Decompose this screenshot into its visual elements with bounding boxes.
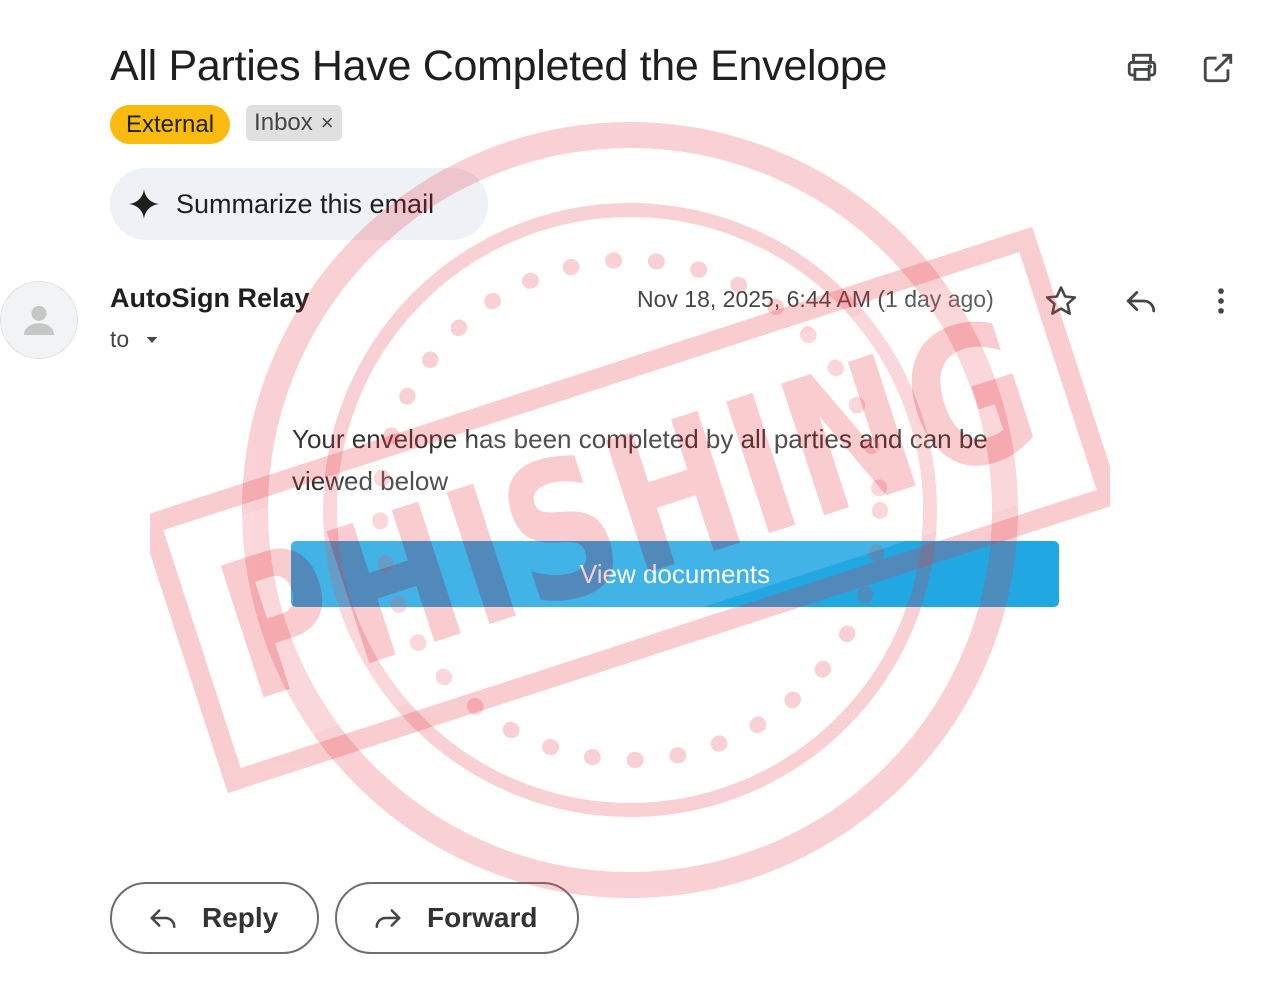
reply-button[interactable]: Reply	[110, 882, 319, 954]
caret-down-icon	[146, 336, 158, 343]
stamp-text: PHISHING	[196, 275, 1063, 745]
person-icon	[24, 305, 54, 335]
sender-name[interactable]: AutoSign Relay	[110, 283, 310, 314]
sparkle-icon	[129, 189, 159, 219]
view-documents-button[interactable]: View documents	[291, 541, 1059, 607]
message-actions	[1040, 280, 1242, 322]
forward-icon	[375, 909, 401, 928]
email-subject: All Parties Have Completed the Envelope	[110, 42, 888, 90]
printer-icon	[1127, 53, 1157, 81]
label-chips: External Inbox ×	[110, 105, 342, 144]
recipients-toggle[interactable]: to	[110, 326, 161, 353]
reply-label: Reply	[202, 902, 279, 933]
star-icon	[1045, 286, 1077, 315]
message-date: Nov 18, 2025, 6:44 AM (1 day ago)	[637, 286, 994, 312]
header-actions	[1122, 48, 1238, 88]
forward-button[interactable]: Forward	[335, 882, 579, 954]
external-label: External	[110, 105, 231, 144]
avatar[interactable]	[0, 281, 78, 359]
open-in-new-icon	[1203, 53, 1233, 83]
open-new-window-button[interactable]	[1198, 48, 1238, 88]
reply-icon	[1126, 291, 1156, 313]
summarize-label: Summarize this email	[176, 188, 435, 219]
inbox-label-text: Inbox	[254, 109, 313, 136]
email-body-text: Your envelope has been completed by all …	[292, 424, 988, 496]
reply-icon-button[interactable]	[1120, 280, 1162, 322]
to-label: to	[110, 326, 130, 352]
reply-icon	[150, 909, 176, 928]
more-options-button[interactable]	[1200, 280, 1242, 322]
star-button[interactable]	[1040, 280, 1082, 322]
print-button[interactable]	[1122, 48, 1162, 88]
forward-label: Forward	[427, 902, 538, 933]
remove-label-button[interactable]: ×	[321, 110, 334, 136]
more-vert-icon	[1218, 288, 1224, 314]
inbox-label: Inbox ×	[246, 105, 342, 141]
email-view: All Parties Have Completed the Envelope …	[0, 0, 1272, 986]
summarize-button[interactable]: Summarize this email	[110, 168, 488, 240]
